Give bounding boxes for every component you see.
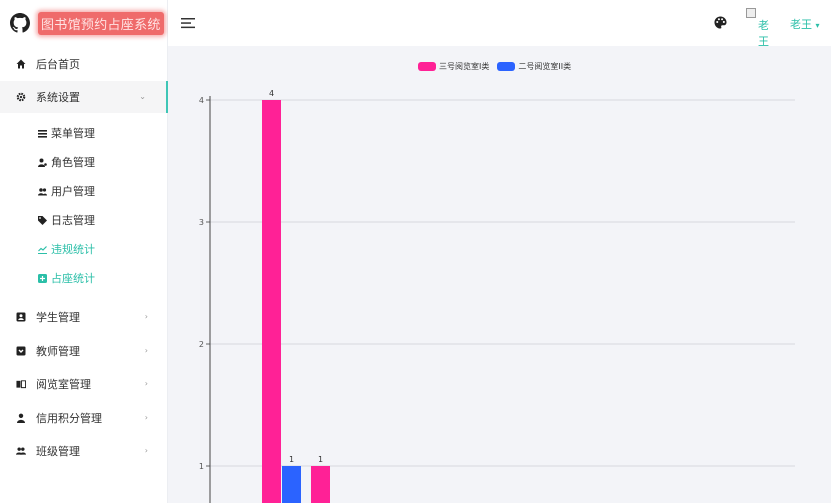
chart-line-icon	[38, 245, 47, 254]
submenu-label: 日志管理	[51, 214, 95, 227]
submenu-label: 角色管理	[51, 156, 95, 169]
chevron-right-icon: ›	[144, 446, 148, 455]
submenu-item-violation-stats[interactable]: 违规统计	[0, 235, 168, 263]
id-card-icon	[16, 312, 26, 322]
tag-icon	[38, 215, 47, 225]
github-icon[interactable]	[10, 13, 30, 33]
chevron-right-icon: ›	[144, 346, 148, 355]
sidebar-item-label: 班级管理	[36, 445, 80, 458]
app-title: 图书馆预约占座系统	[38, 11, 164, 35]
bar-value-label: 4	[269, 89, 274, 98]
submenu-label: 占座统计	[51, 272, 95, 285]
chevron-right-icon: ›	[144, 312, 148, 321]
sidebar-item-credit-points[interactable]: 信用积分管理 ›	[0, 402, 168, 434]
broken-image-icon	[746, 8, 756, 18]
bar-value-label: 1	[318, 455, 323, 464]
seat-stats-chart: 三号阅览室I类 二号阅览室II类 1234411	[168, 46, 831, 503]
sidebar: 图书馆预约占座系统 后台首页 系统设置 ⌄ 菜单管理 角色管理 用户管理 日志管…	[0, 0, 168, 503]
sidebar-item-label: 阅览室管理	[36, 378, 91, 391]
y-tick-label: 4	[199, 96, 204, 105]
sidebar-item-label: 教师管理	[36, 345, 80, 358]
sidebar-item-label: 系统设置	[36, 91, 80, 104]
sidebar-item-classes[interactable]: 班级管理 ›	[0, 435, 168, 467]
menu-toggle-icon[interactable]	[181, 17, 195, 29]
submenu-item-seat-stats[interactable]: 占座统计	[0, 264, 168, 292]
chevron-right-icon: ›	[144, 413, 148, 422]
sidebar-item-system-settings[interactable]: 系统设置 ⌄	[0, 81, 168, 113]
submenu-label: 菜单管理	[51, 127, 95, 140]
book-open-icon	[16, 379, 26, 389]
sidebar-item-label: 学生管理	[36, 311, 80, 324]
bar	[311, 466, 330, 503]
chevron-down-icon: ⌄	[139, 92, 146, 101]
submenu-item-users[interactable]: 用户管理	[0, 177, 168, 205]
user-name: 老王	[790, 18, 812, 31]
list-icon	[38, 129, 47, 138]
brand: 图书馆预约占座系统	[0, 0, 167, 46]
plus-box-icon	[38, 273, 47, 283]
home-icon	[16, 59, 26, 69]
sidebar-item-label: 后台首页	[36, 58, 80, 71]
bar-chart: 1 2 3 4 4 1 1	[199, 89, 795, 503]
submenu-label: 用户管理	[51, 185, 95, 198]
user-dropdown[interactable]: 老王 ▾	[790, 16, 820, 32]
avatar[interactable]: 老王	[746, 8, 778, 48]
bar	[282, 466, 301, 503]
avatar-alt-text: 老王	[758, 19, 769, 48]
sidebar-item-reading-rooms[interactable]: 阅览室管理 ›	[0, 368, 168, 400]
submenu-label: 违规统计	[51, 243, 95, 256]
y-tick-label: 3	[199, 218, 204, 227]
chevron-right-icon: ›	[144, 379, 148, 388]
submenu-item-roles[interactable]: 角色管理	[0, 148, 168, 176]
submenu-item-logs[interactable]: 日志管理	[0, 206, 168, 234]
y-tick-label: 1	[199, 462, 204, 471]
group-icon	[16, 446, 26, 456]
submenu-item-menu[interactable]: 菜单管理	[0, 119, 168, 147]
gear-icon	[16, 92, 26, 102]
user-key-icon	[38, 158, 47, 167]
teacher-box-icon	[16, 346, 26, 356]
palette-icon[interactable]	[714, 16, 727, 29]
sidebar-item-students[interactable]: 学生管理 ›	[0, 301, 168, 333]
bar-value-label: 1	[289, 455, 294, 464]
person-icon	[16, 413, 26, 423]
y-tick-label: 2	[199, 340, 204, 349]
sidebar-item-home[interactable]: 后台首页	[0, 48, 168, 80]
caret-down-icon: ▾	[815, 21, 820, 30]
sidebar-item-teachers[interactable]: 教师管理 ›	[0, 335, 168, 367]
bar	[262, 100, 281, 503]
top-bar: 老王 老王 ▾	[168, 0, 831, 48]
users-icon	[38, 187, 47, 196]
sidebar-item-label: 信用积分管理	[36, 412, 102, 425]
